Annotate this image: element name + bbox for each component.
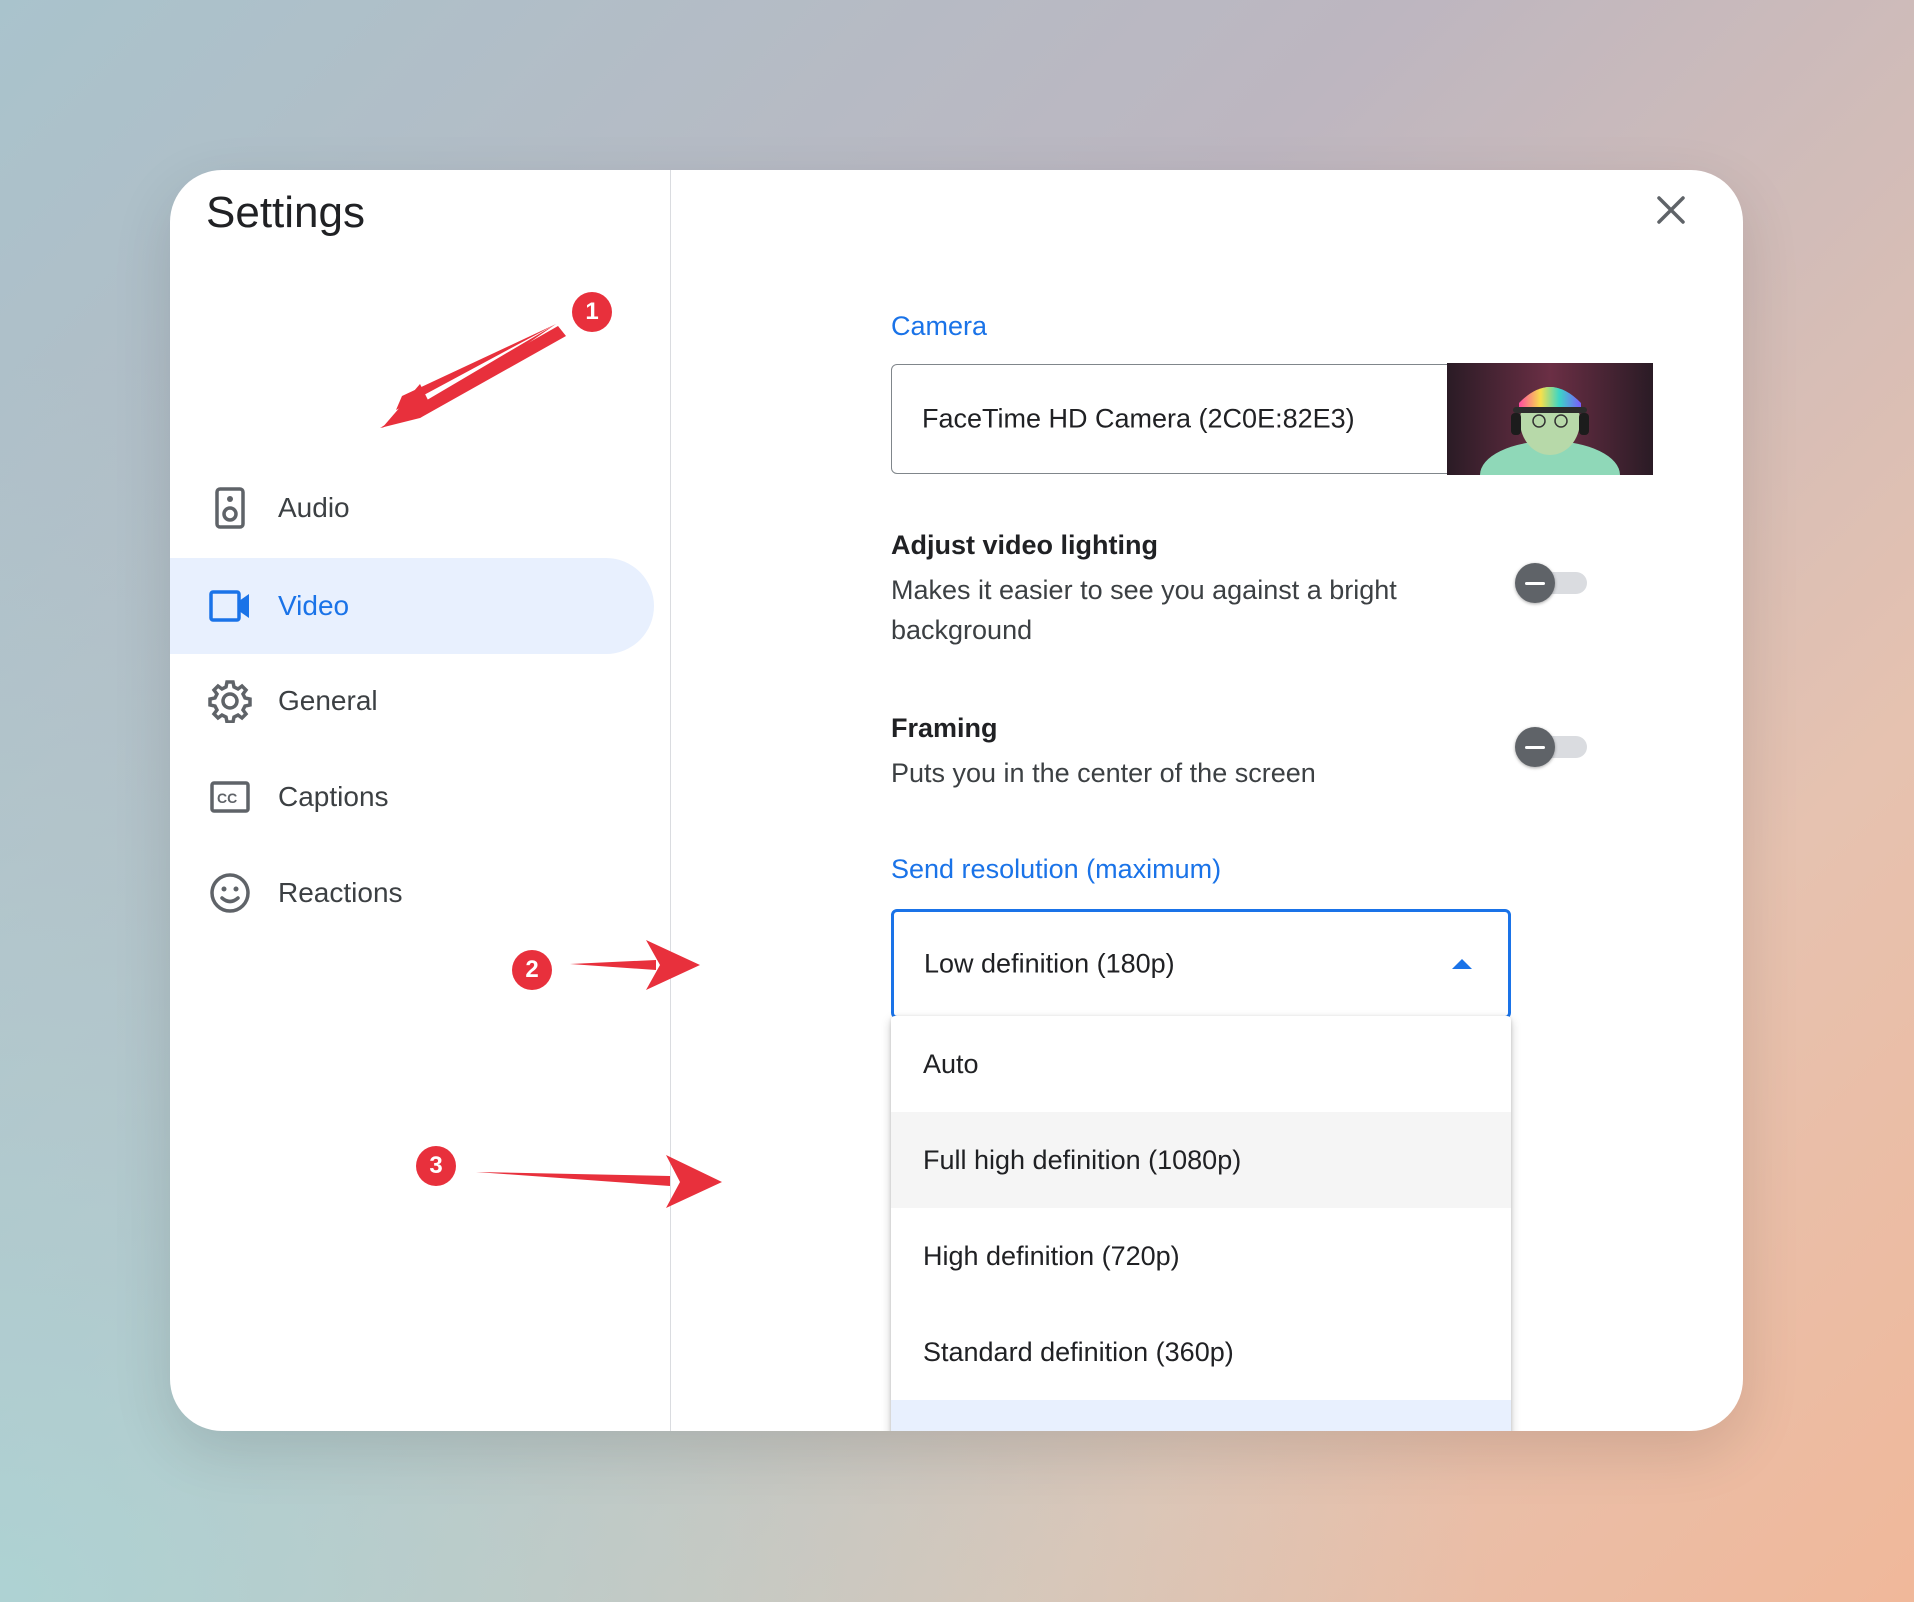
annotation-arrows	[380, 324, 722, 1208]
annotation-badge-2: 2	[512, 950, 552, 990]
annotation-badge-1: 1	[572, 292, 612, 332]
annotation-badge-3: 3	[416, 1146, 456, 1186]
